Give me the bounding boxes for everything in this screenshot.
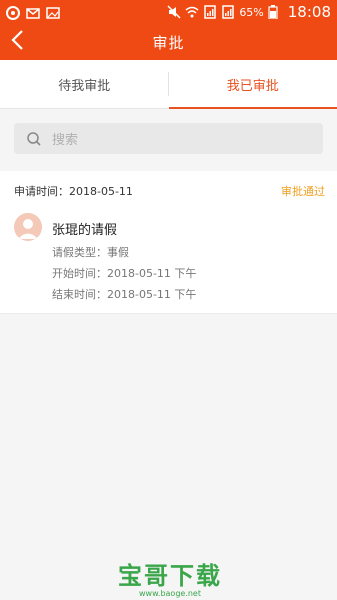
tab-label: 我已审批 xyxy=(226,78,279,94)
search-input[interactable]: 搜索 xyxy=(14,123,323,154)
sim-signal-2-icon xyxy=(221,5,235,19)
battery-icon xyxy=(268,5,282,20)
tab-bar: 待我审批 我已审批 xyxy=(0,60,337,109)
mail-icon xyxy=(26,5,40,19)
wifi-icon xyxy=(185,5,199,19)
watermark: 宝哥下载 www.baoge.net xyxy=(100,556,240,598)
image-icon xyxy=(46,5,60,19)
watermark-logo-text: 宝哥下载 xyxy=(118,562,222,590)
leave-type: 请假类型：事假 xyxy=(52,246,129,259)
tab-approved[interactable]: 我已审批 xyxy=(168,60,337,109)
record-title: 张琨的请假 xyxy=(52,223,118,238)
search-placeholder: 搜索 xyxy=(52,133,79,148)
sim-signal-icon xyxy=(203,5,217,19)
status-badge: 审批通过 xyxy=(281,185,325,198)
search-icon xyxy=(26,131,42,147)
avatar xyxy=(14,213,42,241)
tab-label: 待我审批 xyxy=(58,78,111,94)
chevron-left-icon xyxy=(10,29,24,55)
tab-pending-approval[interactable]: 待我审批 xyxy=(0,60,169,108)
record-header: 申请时间：2018-05-11 审批通过 xyxy=(0,171,337,209)
app-notification-icon xyxy=(6,5,20,20)
approval-record[interactable]: 申请时间：2018-05-11 审批通过 张琨的请假 请假类型：事假 开始时间：… xyxy=(0,171,337,314)
end-time: 结束时间：2018-05-11 下午 xyxy=(52,288,197,301)
status-bar: 65% 18:08 xyxy=(0,0,337,24)
clock: 18:08 xyxy=(287,3,331,21)
mute-icon xyxy=(167,5,181,19)
battery-percent: 65% xyxy=(239,5,264,19)
page-title: 审批 xyxy=(152,33,185,52)
search-area: 搜索 xyxy=(0,109,337,170)
app-bar: 审批 xyxy=(0,24,337,60)
back-button[interactable] xyxy=(10,29,34,55)
apply-time: 申请时间：2018-05-11 xyxy=(14,185,133,198)
start-time: 开始时间：2018-05-11 下午 xyxy=(52,267,197,280)
